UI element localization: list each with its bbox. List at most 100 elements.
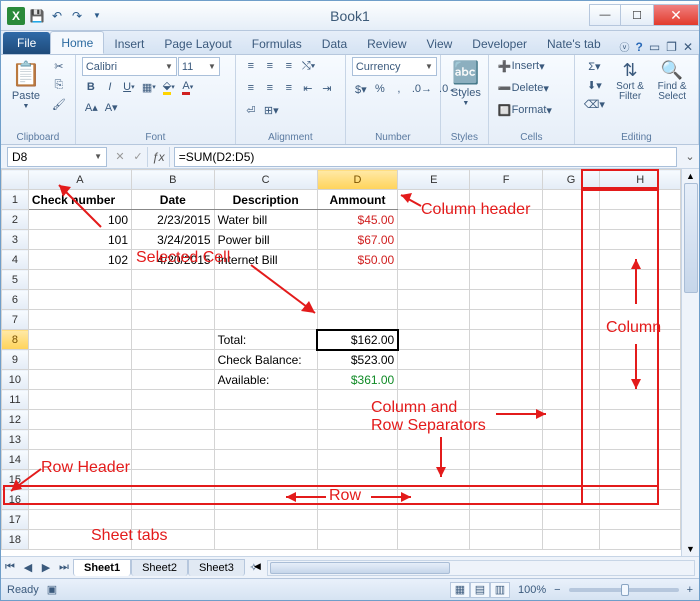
cell[interactable] xyxy=(542,430,600,450)
expand-formula-icon[interactable]: ⌄ xyxy=(681,148,699,166)
col-header-g[interactable]: G xyxy=(542,170,600,190)
cell[interactable] xyxy=(470,270,542,290)
cell[interactable] xyxy=(542,330,600,350)
align-right-button[interactable]: ≡ xyxy=(280,79,298,97)
grow-font-button[interactable]: A▴ xyxy=(82,98,101,116)
zoom-knob[interactable] xyxy=(621,584,629,596)
sheet-nav-prev-icon[interactable]: ◀ xyxy=(19,559,37,577)
col-header-a[interactable]: A xyxy=(28,170,131,190)
help-icon[interactable]: ? xyxy=(635,40,642,54)
cell[interactable] xyxy=(214,270,317,290)
cell[interactable] xyxy=(28,510,131,530)
zoom-level[interactable]: 100% xyxy=(518,584,546,596)
sheet-tab-3[interactable]: Sheet3 xyxy=(188,559,245,576)
formula-bar[interactable]: =SUM(D2:D5) xyxy=(174,147,677,167)
cell[interactable] xyxy=(28,530,131,550)
row-header[interactable]: 13 xyxy=(2,430,29,450)
macro-record-icon[interactable]: ▣ xyxy=(47,583,57,596)
cell[interactable] xyxy=(28,270,131,290)
cell[interactable] xyxy=(600,250,681,270)
cell[interactable] xyxy=(600,270,681,290)
tab-view[interactable]: View xyxy=(417,33,463,54)
cell[interactable] xyxy=(600,430,681,450)
cell[interactable] xyxy=(28,430,131,450)
cell[interactable] xyxy=(28,490,131,510)
cell[interactable] xyxy=(398,490,470,510)
cell[interactable] xyxy=(398,430,470,450)
scroll-down-icon[interactable]: ▼ xyxy=(686,544,695,554)
cell[interactable]: 3/24/2015 xyxy=(132,230,215,250)
border-button[interactable]: ▦▾ xyxy=(139,78,159,96)
col-header-c[interactable]: C xyxy=(214,170,317,190)
col-header-b[interactable]: B xyxy=(132,170,215,190)
tab-data[interactable]: Data xyxy=(312,33,357,54)
cell[interactable]: Ammount xyxy=(317,190,397,210)
cell[interactable] xyxy=(470,250,542,270)
styles-button[interactable]: 🔤 Styles ▼ xyxy=(447,57,485,110)
cell[interactable] xyxy=(542,450,600,470)
cell[interactable] xyxy=(317,270,397,290)
find-select-button[interactable]: 🔍 Find & Select xyxy=(652,57,692,105)
tab-insert[interactable]: Insert xyxy=(104,33,154,54)
cell[interactable] xyxy=(542,530,600,550)
cell[interactable] xyxy=(600,490,681,510)
cell[interactable] xyxy=(542,370,600,390)
cell[interactable] xyxy=(317,510,397,530)
cell[interactable] xyxy=(132,530,215,550)
fill-button[interactable]: ⬇▾ xyxy=(581,76,608,94)
cell[interactable] xyxy=(600,210,681,230)
row-header[interactable]: 18 xyxy=(2,530,29,550)
cell[interactable] xyxy=(600,290,681,310)
cell[interactable] xyxy=(317,470,397,490)
cell[interactable]: 100 xyxy=(28,210,131,230)
view-page-break-button[interactable]: ▥ xyxy=(490,582,510,598)
cell[interactable] xyxy=(470,370,542,390)
cell[interactable] xyxy=(317,450,397,470)
cell[interactable] xyxy=(132,350,215,370)
cell[interactable] xyxy=(470,190,542,210)
sheet-nav-first-icon[interactable]: ⏮ xyxy=(1,559,19,577)
row-header[interactable]: 15 xyxy=(2,470,29,490)
cancel-icon[interactable]: ✕ xyxy=(111,148,129,166)
cell[interactable] xyxy=(398,250,470,270)
cell[interactable]: $67.00 xyxy=(317,230,397,250)
cell[interactable]: Description xyxy=(214,190,317,210)
tab-review[interactable]: Review xyxy=(357,33,416,54)
row-header[interactable]: 16 xyxy=(2,490,29,510)
zoom-slider[interactable] xyxy=(569,588,679,592)
row-header[interactable]: 14 xyxy=(2,450,29,470)
tab-file[interactable]: File xyxy=(3,32,50,54)
wrap-text-button[interactable]: ⏎ xyxy=(242,101,260,119)
cell[interactable] xyxy=(470,210,542,230)
comma-button[interactable]: , xyxy=(390,80,408,98)
view-page-layout-button[interactable]: ▤ xyxy=(470,582,490,598)
cell[interactable] xyxy=(600,450,681,470)
sheet-grid[interactable]: A B C D E F G H 1 Check number Date Desc… xyxy=(1,169,681,550)
cell[interactable] xyxy=(600,530,681,550)
cell[interactable] xyxy=(132,290,215,310)
number-format-combo[interactable]: Currency▼ xyxy=(352,57,437,76)
sheet-tab-2[interactable]: Sheet2 xyxy=(131,559,188,576)
merge-center-button[interactable]: ⊞▾ xyxy=(261,101,282,119)
fx-icon[interactable]: ƒx xyxy=(147,147,170,167)
cell[interactable] xyxy=(28,370,131,390)
row-header[interactable]: 12 xyxy=(2,410,29,430)
cell[interactable]: Date xyxy=(132,190,215,210)
cell[interactable] xyxy=(28,450,131,470)
cell[interactable] xyxy=(132,310,215,330)
cell[interactable] xyxy=(214,450,317,470)
bold-button[interactable]: B xyxy=(82,78,100,96)
select-all-corner[interactable] xyxy=(2,170,29,190)
cell[interactable] xyxy=(132,430,215,450)
cell[interactable] xyxy=(317,310,397,330)
cell[interactable] xyxy=(214,430,317,450)
cell[interactable] xyxy=(542,410,600,430)
cell[interactable] xyxy=(470,290,542,310)
cell[interactable] xyxy=(542,390,600,410)
cell[interactable] xyxy=(600,310,681,330)
cell[interactable] xyxy=(28,310,131,330)
cell[interactable] xyxy=(470,350,542,370)
cell[interactable]: $50.00 xyxy=(317,250,397,270)
insert-cells-button[interactable]: ➕ Insert ▾ xyxy=(495,57,575,75)
row-header[interactable]: 17 xyxy=(2,510,29,530)
